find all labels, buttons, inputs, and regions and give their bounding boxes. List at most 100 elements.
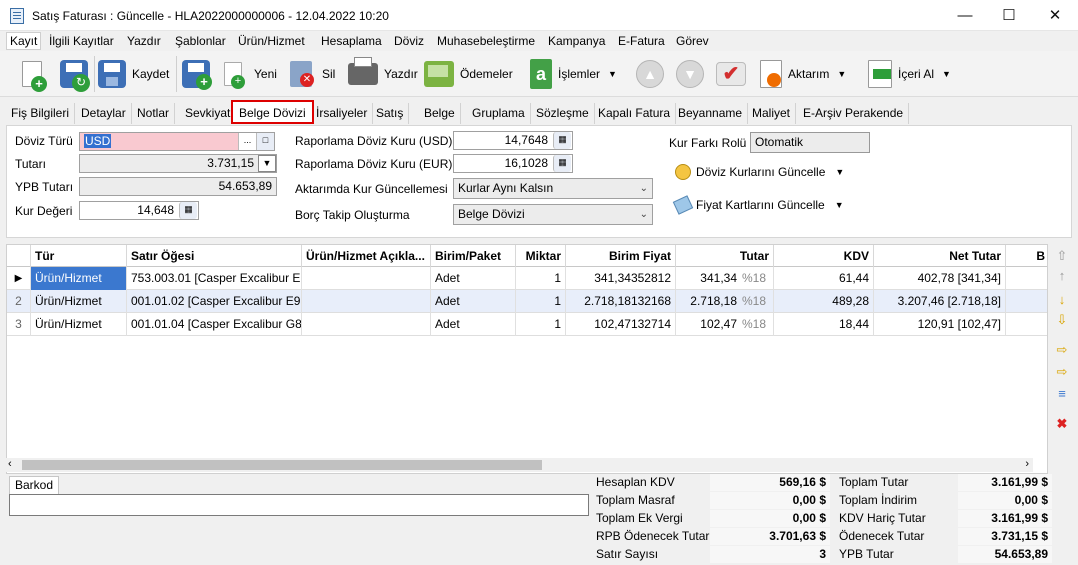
tab-fis-bilgileri[interactable]: Fiş Bilgileri	[6, 103, 76, 124]
new-record-button[interactable]: +	[22, 51, 47, 97]
tab-satis[interactable]: Satış	[371, 103, 410, 124]
table-row[interactable]: 2 Ürün/Hizmet 001.01.02 [Casper Excalibu…	[7, 290, 1047, 313]
tab-detaylar[interactable]: Detaylar	[76, 103, 132, 124]
row-net-amount[interactable]: 3.207,46 [2.718,18]	[874, 290, 1006, 313]
col-type[interactable]: Tür	[31, 245, 127, 267]
update-price-cards-button[interactable]: Fiyat Kartlarını Güncelle ▼	[672, 195, 844, 215]
row-description[interactable]	[302, 267, 431, 290]
row-b[interactable]	[1006, 267, 1047, 290]
row-b[interactable]	[1006, 313, 1047, 336]
col-quantity[interactable]: Miktar	[516, 245, 566, 267]
menu-kampanya[interactable]: Kampanya	[548, 34, 605, 48]
tab-maliyet[interactable]: Maliyet	[747, 103, 797, 124]
table-row[interactable]: ▶ Ürün/Hizmet 753.003.01 [Casper Excalib…	[7, 267, 1047, 290]
close-window-button[interactable]: ✕	[1032, 0, 1078, 31]
row-quantity[interactable]: 1	[516, 267, 566, 290]
import-button[interactable]: İçeri Al ▼	[868, 51, 951, 97]
col-vat[interactable]: KDV	[774, 245, 874, 267]
row-unit-price[interactable]: 2.718,18132168	[566, 290, 676, 313]
ellipsis-button[interactable]: ...	[238, 133, 256, 150]
menu-ilgili-kayitlar[interactable]: İlgili Kayıtlar	[49, 34, 114, 48]
col-net-amount[interactable]: Net Tutar	[874, 245, 1006, 267]
import-dropdown-icon[interactable]: ▼	[942, 69, 951, 79]
move-down-icon[interactable]: ↓	[1054, 292, 1070, 308]
transfer-button[interactable]: Aktarım ▼	[760, 51, 846, 97]
col-amount[interactable]: Tutar	[676, 245, 774, 267]
row-quantity[interactable]: 1	[516, 313, 566, 336]
row-vat[interactable]: 18,44	[774, 313, 874, 336]
menu-hesaplama[interactable]: Hesaplama	[321, 34, 382, 48]
report-rate-usd-field[interactable]: 14,7648 ▦	[453, 131, 573, 150]
menu-muhasebelestirme[interactable]: Muhasebeleştirme	[437, 34, 535, 48]
save-button[interactable]: Kaydet	[98, 51, 169, 97]
maximize-button[interactable]: ☐	[986, 0, 1032, 31]
update-price-cards-dropdown-icon[interactable]: ▼	[835, 200, 844, 210]
tab-e-arsiv-perakende[interactable]: E-Arşiv Perakende	[798, 103, 910, 124]
menu-doviz[interactable]: Döviz	[394, 34, 424, 48]
barcode-tab[interactable]: Barkod	[9, 476, 60, 494]
tab-notlar[interactable]: Notlar	[132, 103, 176, 124]
move-last-icon[interactable]: ⇩	[1054, 312, 1070, 328]
menu-kayit[interactable]: Kayıt	[6, 32, 42, 50]
scroll-thumb[interactable]	[22, 460, 542, 470]
row-type[interactable]: Ürün/Hizmet	[31, 267, 127, 290]
row-vat[interactable]: 489,28	[774, 290, 874, 313]
menu-gorev[interactable]: Görev	[676, 34, 709, 48]
calculator-icon[interactable]: ▦	[553, 132, 571, 149]
update-rates-dropdown-icon[interactable]: ▼	[835, 167, 844, 177]
row-vat[interactable]: 61,44	[774, 267, 874, 290]
save-as-new-button[interactable]: +	[182, 51, 212, 97]
tab-belge-dovizi[interactable]: Belge Dövizi	[231, 100, 314, 124]
menu-sablonlar[interactable]: Şablonlar	[175, 34, 226, 48]
new-button[interactable]: + Yeni	[224, 51, 277, 97]
scroll-right-icon[interactable]: ›	[1025, 458, 1029, 470]
undo-button[interactable]: ↻	[60, 51, 90, 97]
row-b[interactable]	[1006, 290, 1047, 313]
table-row[interactable]: 3 Ürün/Hizmet 001.01.04 [Casper Excalibu…	[7, 313, 1047, 336]
row-net-amount[interactable]: 402,78 [341,34]	[874, 267, 1006, 290]
menu-urun-hizmet[interactable]: Ürün/Hizmet	[238, 34, 305, 48]
insert-row-icon[interactable]: ⇨	[1054, 342, 1070, 358]
col-unit[interactable]: Birim/Paket	[431, 245, 516, 267]
row-item[interactable]: 753.003.01 [Casper Excalibur E...	[127, 267, 302, 290]
amount-dropdown-icon[interactable]: ▼	[258, 155, 276, 172]
horizontal-scrollbar[interactable]: ‹ ›	[6, 458, 1033, 472]
approve-button[interactable]: ✔	[716, 51, 746, 97]
rate-value-field[interactable]: 14,648 ▦	[79, 201, 199, 220]
row-type[interactable]: Ürün/Hizmet	[31, 313, 127, 336]
delete-row-icon[interactable]: ✖	[1054, 416, 1070, 432]
amount-field[interactable]: 3.731,15 ▼	[79, 154, 277, 173]
currency-type-field[interactable]: USD ... □	[79, 132, 275, 151]
calculator-icon[interactable]: ▦	[553, 155, 571, 172]
col-description[interactable]: Ürün/Hizmet Açıkla...	[302, 245, 431, 267]
row-description[interactable]	[302, 313, 431, 336]
move-down-button[interactable]: ▼	[676, 51, 704, 97]
row-unit[interactable]: Adet	[431, 290, 516, 313]
print-button[interactable]: Yazdır	[348, 51, 418, 97]
row-net-amount[interactable]: 120,91 [102,47]	[874, 313, 1006, 336]
rate-diff-role-select[interactable]: Otomatik	[750, 132, 870, 153]
barcode-input[interactable]	[9, 494, 589, 516]
row-unit-price[interactable]: 341,34352812	[566, 267, 676, 290]
transfer-dropdown-icon[interactable]: ▼	[837, 69, 846, 79]
move-first-icon[interactable]: ⇧	[1054, 248, 1070, 264]
append-row-icon[interactable]: ⇨	[1054, 364, 1070, 380]
row-unit-price[interactable]: 102,47132714	[566, 313, 676, 336]
col-b[interactable]: B	[1006, 245, 1047, 267]
report-rate-eur-field[interactable]: 16,1028 ▦	[453, 154, 573, 173]
row-unit[interactable]: Adet	[431, 313, 516, 336]
menu-e-fatura[interactable]: E-Fatura	[618, 34, 665, 48]
debt-tracking-select[interactable]: Belge Dövizi ⌄	[453, 204, 653, 225]
menu-yazdir[interactable]: Yazdır	[127, 34, 161, 48]
row-description[interactable]	[302, 290, 431, 313]
move-up-icon[interactable]: ↑	[1054, 268, 1070, 284]
col-unit-price[interactable]: Birim Fiyat	[566, 245, 676, 267]
tab-sevkiyat[interactable]: Sevkiyat	[180, 103, 237, 124]
row-item[interactable]: 001.01.02 [Casper Excalibur E9...	[127, 290, 302, 313]
operations-dropdown-icon[interactable]: ▼	[608, 69, 617, 79]
move-up-button[interactable]: ▲	[636, 51, 664, 97]
payments-button[interactable]: Ödemeler	[424, 51, 513, 97]
copy-row-icon[interactable]: ≡	[1054, 386, 1070, 402]
row-type[interactable]: Ürün/Hizmet	[31, 290, 127, 313]
scroll-left-icon[interactable]: ‹	[8, 458, 12, 470]
